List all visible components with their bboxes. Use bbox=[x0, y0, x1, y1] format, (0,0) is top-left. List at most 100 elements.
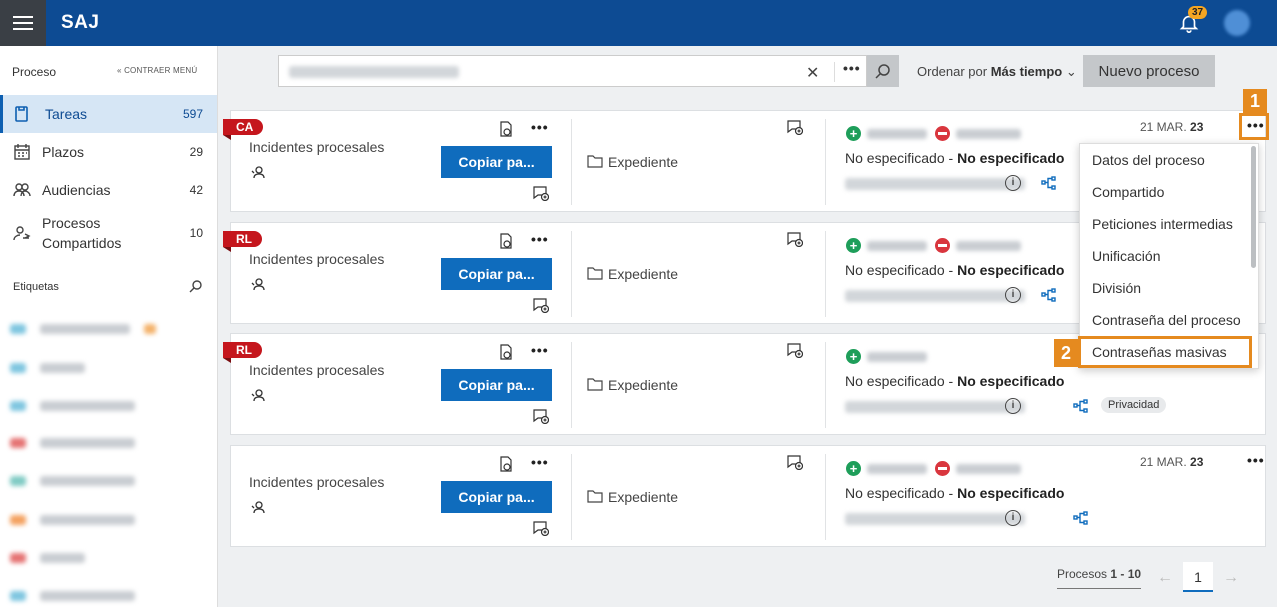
hamburger-menu-icon[interactable] bbox=[0, 0, 46, 46]
card-actions-icon[interactable]: ••• bbox=[531, 342, 549, 358]
party-passive bbox=[956, 129, 1021, 139]
process-card[interactable]: Incidentes procesales ••• Copiar pa... E… bbox=[230, 445, 1266, 547]
divider bbox=[825, 454, 826, 540]
more-options-icon[interactable]: ••• bbox=[1247, 452, 1265, 468]
hierarchy-icon[interactable] bbox=[1073, 510, 1089, 526]
comment-add-icon[interactable] bbox=[787, 342, 803, 358]
spec-part-1: No especificado bbox=[845, 262, 945, 278]
person-assign-icon[interactable] bbox=[251, 388, 265, 402]
copy-button[interactable]: Copiar pa... bbox=[441, 258, 552, 290]
spec-part-2: No especificado bbox=[957, 150, 1065, 166]
shared-users-icon bbox=[13, 226, 31, 241]
card-actions-icon[interactable]: ••• bbox=[531, 119, 549, 135]
copy-button[interactable]: Copiar pa... bbox=[441, 481, 552, 513]
hierarchy-icon[interactable] bbox=[1041, 287, 1057, 303]
sidebar-item-tareas[interactable]: Tareas 597 bbox=[0, 95, 217, 133]
tag-item[interactable] bbox=[10, 474, 135, 488]
divider bbox=[825, 231, 826, 317]
document-clock-icon[interactable] bbox=[499, 456, 513, 472]
app-brand[interactable]: SAJ bbox=[61, 12, 99, 34]
comment-add-icon[interactable] bbox=[533, 297, 549, 313]
comment-add-icon[interactable] bbox=[787, 231, 803, 247]
callout-number: 2 bbox=[1054, 339, 1078, 367]
tag-item[interactable] bbox=[10, 513, 135, 527]
expediente-link[interactable]: Expediente bbox=[608, 377, 678, 393]
status-badge: CA bbox=[223, 119, 264, 140]
comment-add-icon[interactable] bbox=[533, 408, 549, 424]
document-clock-icon[interactable] bbox=[499, 233, 513, 249]
divider bbox=[825, 342, 826, 428]
comment-add-icon[interactable] bbox=[787, 454, 803, 470]
party-active bbox=[867, 241, 927, 251]
sidebar-item-procesos-compartidos[interactable]: Procesos Compartidos 10 bbox=[0, 209, 217, 257]
sidebar-item-label: Tareas bbox=[45, 106, 88, 122]
more-options-icon[interactable]: ••• bbox=[843, 60, 861, 76]
collapse-menu-button[interactable]: « CONTRAER MENÚ bbox=[117, 66, 197, 75]
plus-circle-icon: + bbox=[846, 238, 861, 253]
sidebar-item-label: Procesos Compartidos bbox=[42, 215, 122, 251]
tasks-icon bbox=[15, 106, 28, 122]
privacy-badge: Privacidad bbox=[1101, 397, 1167, 413]
sidebar-item-count: 10 bbox=[189, 226, 203, 240]
menu-item-unificacion[interactable]: Unificación bbox=[1080, 240, 1250, 272]
card-title: Incidentes procesales bbox=[249, 362, 385, 378]
menu-item-contrasena-proceso[interactable]: Contraseña del proceso bbox=[1080, 304, 1250, 336]
date-year: 23 bbox=[1190, 455, 1204, 469]
divider bbox=[571, 231, 572, 317]
copy-button[interactable]: Copiar pa... bbox=[441, 146, 552, 178]
document-clock-icon[interactable] bbox=[499, 121, 513, 137]
arrow-right-icon[interactable]: → bbox=[1216, 564, 1246, 594]
tag-item[interactable] bbox=[10, 436, 135, 450]
copy-button[interactable]: Copiar pa... bbox=[441, 369, 552, 401]
person-assign-icon[interactable] bbox=[251, 165, 265, 179]
card-actions-icon[interactable]: ••• bbox=[531, 454, 549, 470]
menu-item-division[interactable]: División bbox=[1080, 272, 1250, 304]
date-day-month: 21 MAR. bbox=[1140, 120, 1187, 134]
comment-add-icon[interactable] bbox=[533, 520, 549, 536]
hierarchy-icon[interactable] bbox=[1041, 175, 1057, 191]
expediente-link[interactable]: Expediente bbox=[608, 266, 678, 282]
sidebar-item-plazos[interactable]: Plazos 29 bbox=[0, 133, 217, 171]
scrollbar[interactable] bbox=[1251, 146, 1256, 268]
comment-add-icon[interactable] bbox=[787, 119, 803, 135]
info-icon[interactable]: i bbox=[1005, 287, 1021, 303]
arrow-left-icon[interactable]: ← bbox=[1150, 564, 1180, 594]
expediente-link[interactable]: Expediente bbox=[608, 154, 678, 170]
menu-item-datos-proceso[interactable]: Datos del proceso bbox=[1080, 144, 1250, 176]
person-assign-icon[interactable] bbox=[251, 500, 265, 514]
tag-item[interactable] bbox=[10, 361, 85, 375]
info-icon[interactable]: i bbox=[1005, 398, 1021, 414]
person-assign-icon[interactable] bbox=[251, 277, 265, 291]
page-number[interactable]: 1 bbox=[1183, 562, 1213, 592]
menu-item-peticiones-intermedias[interactable]: Peticiones intermedias bbox=[1080, 208, 1250, 240]
search-input[interactable]: ✕ ••• bbox=[278, 55, 867, 87]
new-process-button[interactable]: Nuevo proceso bbox=[1083, 55, 1215, 87]
tag-item[interactable] bbox=[10, 399, 135, 413]
card-actions-icon[interactable]: ••• bbox=[531, 231, 549, 247]
tag-item[interactable] bbox=[10, 322, 156, 336]
menu-item-compartido[interactable]: Compartido bbox=[1080, 176, 1250, 208]
document-clock-icon[interactable] bbox=[499, 344, 513, 360]
callout-highlight bbox=[1239, 113, 1269, 140]
sort-dropdown[interactable]: Ordenar por Más tiempo ⌄ bbox=[917, 64, 1077, 80]
plus-circle-icon: + bbox=[846, 126, 861, 141]
party-active bbox=[867, 129, 927, 139]
folder-icon bbox=[587, 378, 603, 391]
search-icon[interactable] bbox=[189, 279, 203, 293]
tag-item[interactable] bbox=[10, 589, 135, 603]
expediente-link[interactable]: Expediente bbox=[608, 489, 678, 505]
avatar[interactable] bbox=[1224, 10, 1250, 36]
tag-item[interactable] bbox=[10, 551, 85, 565]
divider bbox=[1057, 588, 1141, 589]
info-icon[interactable]: i bbox=[1005, 510, 1021, 526]
date-year: 23 bbox=[1190, 120, 1204, 134]
comment-add-icon[interactable] bbox=[533, 185, 549, 201]
process-number bbox=[845, 178, 1025, 190]
info-icon[interactable]: i bbox=[1005, 175, 1021, 191]
hierarchy-icon[interactable] bbox=[1073, 398, 1089, 414]
close-icon[interactable]: ✕ bbox=[806, 63, 819, 83]
sidebar-header: Proceso bbox=[12, 65, 57, 79]
process-number bbox=[845, 401, 1025, 413]
sidebar-item-audiencias[interactable]: Audiencias 42 bbox=[0, 171, 217, 209]
search-button[interactable] bbox=[867, 55, 899, 87]
